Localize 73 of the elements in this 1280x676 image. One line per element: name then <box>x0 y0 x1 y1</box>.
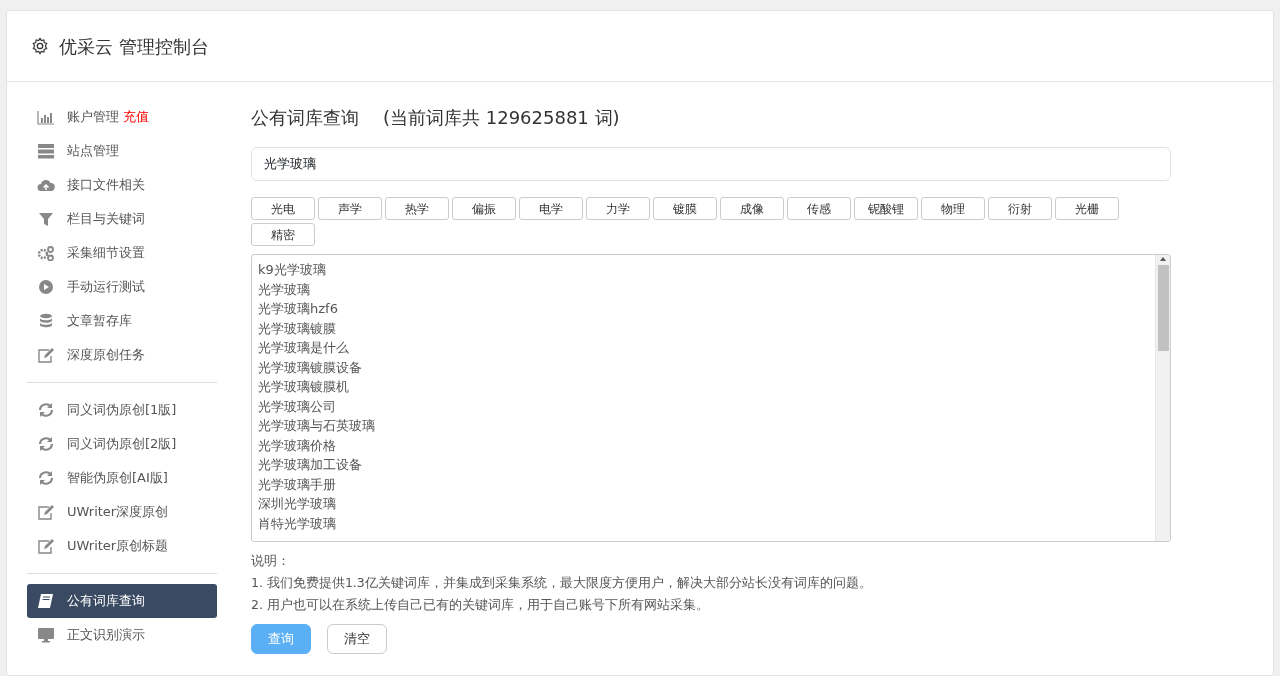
keyword-tag[interactable]: 声学 <box>318 197 382 220</box>
result-row[interactable]: 光学玻璃是什么 <box>258 338 1149 358</box>
gears-icon <box>37 245 55 261</box>
result-row[interactable]: k9光学玻璃 <box>258 260 1149 280</box>
keyword-tag[interactable]: 物理 <box>921 197 985 220</box>
result-row[interactable]: 光学玻璃与石英玻璃 <box>258 416 1149 436</box>
note-text: 说明： <box>251 552 291 570</box>
result-row[interactable]: 光学玻璃加工设备 <box>258 455 1149 475</box>
edit-icon <box>37 347 55 363</box>
edit-icon <box>37 538 55 554</box>
refresh-icon <box>37 402 55 418</box>
keyword-tag[interactable]: 精密 <box>251 223 315 246</box>
sidebar-item[interactable]: UWriter深度原创 <box>27 495 217 529</box>
sidebar-item[interactable]: 正文识别演示 <box>27 618 217 652</box>
keyword-tag[interactable]: 光栅 <box>1055 197 1119 220</box>
result-row[interactable]: 光学玻璃镀膜 <box>258 318 1149 338</box>
book-icon <box>37 593 55 609</box>
keyword-tag[interactable]: 力学 <box>586 197 650 220</box>
recharge-link[interactable]: 充值 <box>123 107 149 127</box>
page-title: 公有词库查询 <box>251 106 359 130</box>
result-row[interactable]: 肖特光学玻璃 <box>258 513 1149 533</box>
edit-icon <box>37 504 55 520</box>
result-row[interactable]: 光学玻璃手册 <box>258 474 1149 494</box>
settings-icon <box>31 37 49 55</box>
search-field[interactable]: 光学玻璃 <box>251 147 1171 181</box>
app-title: 优采云 管理控制台 <box>59 34 209 59</box>
sidebar-item[interactable]: 深度原创任务 <box>27 338 217 372</box>
bar-chart-icon <box>37 109 55 125</box>
monitor-icon <box>37 627 55 643</box>
keyword-tag[interactable]: 衍射 <box>988 197 1052 220</box>
play-circle-icon <box>37 279 55 295</box>
sidebar-item[interactable]: 采集细节设置 <box>27 236 217 270</box>
server-icon <box>37 143 55 159</box>
result-row[interactable]: 光学玻璃镀膜设备 <box>258 357 1149 377</box>
clear-button[interactable]: 清空 <box>327 624 387 654</box>
keyword-tag[interactable]: 镀膜 <box>653 197 717 220</box>
filter-icon <box>37 211 55 227</box>
item-label: 账户管理 <box>67 108 119 127</box>
note-text: 1. 我们免费提供1.3亿关键词库，并集成到采集系统，最大限度方便用户，解决大部分站长没有词库的问题。 <box>251 574 873 592</box>
word-count-text: (当前词库共 129625881 词) <box>383 106 620 130</box>
sidebar-item[interactable]: 栏目与关键词 <box>27 202 217 236</box>
scroll-up-icon[interactable] <box>1159 255 1167 263</box>
sidebar-item[interactable]: UWriter原创标题 <box>27 529 217 563</box>
result-row[interactable]: 光学玻璃 <box>258 279 1149 299</box>
keyword-tag[interactable]: 铌酸锂 <box>854 197 918 220</box>
sidebar-item[interactable]: 智能伪原创[AI版] <box>27 461 217 495</box>
sidebar-item[interactable]: 公有词库查询 <box>27 584 217 618</box>
database-icon <box>37 313 55 329</box>
result-row[interactable]: 深圳光学玻璃 <box>258 494 1149 514</box>
result-row[interactable]: 光学玻璃公司 <box>258 396 1149 416</box>
refresh-icon <box>37 436 55 452</box>
sidebar-item[interactable]: 同义词伪原创[1版] <box>27 393 217 427</box>
result-row[interactable]: 光学玻璃hzf6 <box>258 299 1149 319</box>
keyword-tag[interactable]: 电学 <box>519 197 583 220</box>
result-row[interactable]: 光学玻璃价格 <box>258 435 1149 455</box>
sidebar-item[interactable]: 站点管理 <box>27 134 217 168</box>
cloud-upload-icon <box>37 177 55 193</box>
keyword-tag[interactable]: 热学 <box>385 197 449 220</box>
scrollbar-thumb[interactable] <box>1157 265 1169 351</box>
scrollbar[interactable] <box>1155 255 1170 541</box>
keyword-tag[interactable]: 偏振 <box>452 197 516 220</box>
sidebar-item[interactable]: 接口文件相关 <box>27 168 217 202</box>
sidebar-item[interactable]: 同义词伪原创[2版] <box>27 427 217 461</box>
results-list[interactable]: k9光学玻璃 光学玻璃 光学玻璃hzf6 光学玻璃镀膜 光学玻璃是什么 光学玻璃镀膜设备 光学玻璃镀膜机 光学玻璃公司 光学玻璃与石英玻璃 光学玻璃价格 光学玻璃加工设备 光学玻璃手册 深圳光学玻璃 肖特光学玻璃 <box>251 254 1171 542</box>
sidebar-item[interactable]: 文章暂存库 <box>27 304 217 338</box>
keyword-tag[interactable]: 成像 <box>720 197 784 220</box>
keyword-tag[interactable]: 传感 <box>787 197 851 220</box>
sidebar-item[interactable]: 手动运行测试 <box>27 270 217 304</box>
sidebar-item[interactable]: 账户管理 充值 <box>27 100 217 134</box>
result-row[interactable]: 光学玻璃镀膜机 <box>258 377 1149 397</box>
refresh-icon <box>37 470 55 486</box>
keyword-tag[interactable]: 光电 <box>251 197 315 220</box>
note-text: 2. 用户也可以在系统上传自己已有的关键词库，用于自己账号下所有网站采集。 <box>251 596 710 614</box>
